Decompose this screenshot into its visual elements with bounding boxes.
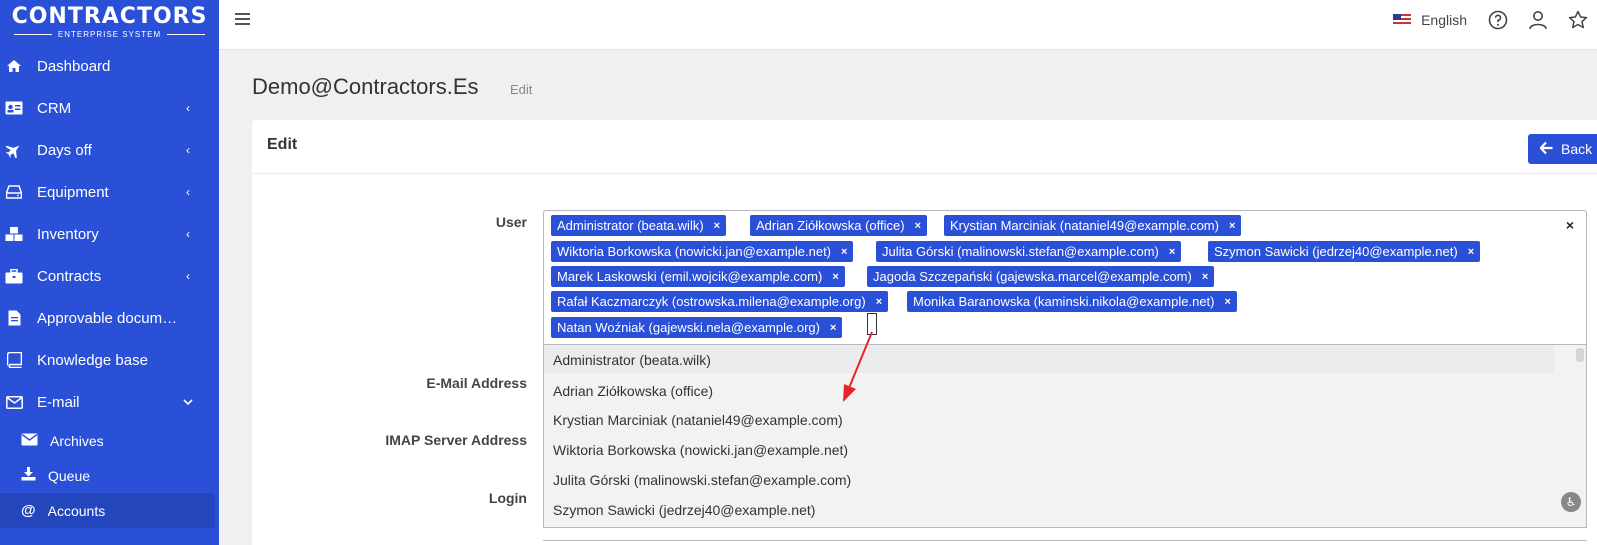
chevron-left-icon: ‹ bbox=[186, 227, 190, 241]
selected-user-tag[interactable]: Julita Górski (malinowski.stefan@example… bbox=[876, 241, 1182, 262]
language-label: English bbox=[1421, 12, 1467, 28]
boxes-icon bbox=[5, 225, 23, 243]
sidebar-item-equipment[interactable]: Equipment ‹ bbox=[0, 171, 219, 213]
at-icon: @ bbox=[21, 502, 36, 519]
id-card-icon bbox=[5, 99, 23, 117]
selected-user-tag[interactable]: Szymon Sawicki (jedrzej40@example.net) × bbox=[1208, 241, 1481, 262]
chevron-left-icon: ‹ bbox=[186, 101, 190, 115]
selected-user-tag[interactable]: Jagoda Szczepański (gajewska.marcel@exam… bbox=[867, 266, 1215, 287]
sidebar-subitem-queue[interactable]: Queue bbox=[0, 458, 219, 493]
email-address-label: E-Mail Address bbox=[426, 375, 527, 391]
user-options-dropdown: Administrator (beata.wilk) Adrian Ziółko… bbox=[543, 345, 1587, 528]
remove-tag-icon[interactable]: × bbox=[832, 271, 838, 283]
briefcase-icon bbox=[5, 267, 23, 285]
menu-toggle-icon[interactable] bbox=[235, 12, 253, 28]
dropdown-scrollbar[interactable] bbox=[1576, 348, 1584, 362]
dropdown-option[interactable]: Szymon Sawicki (jedrzej40@example.net) bbox=[553, 502, 815, 518]
selected-user-tag[interactable]: Wiktoria Borkowska (nowicki.jan@example.… bbox=[551, 241, 854, 262]
clear-all-icon[interactable]: × bbox=[1566, 217, 1574, 233]
chevron-left-icon: ‹ bbox=[186, 185, 190, 199]
card-title: Edit bbox=[267, 136, 298, 153]
tag-search-input[interactable] bbox=[867, 313, 877, 335]
sidebar: CONTRACTORS ENTERPRISE SYSTEM Dashboard … bbox=[0, 0, 219, 545]
selected-user-tag[interactable]: Natan Woźniak (gajewski.nela@example.org… bbox=[551, 317, 843, 338]
sidebar-item-approvable-documents[interactable]: Approvable documents bbox=[0, 297, 219, 339]
user-label: User bbox=[495, 214, 527, 230]
home-icon bbox=[5, 57, 23, 75]
selected-user-tag[interactable]: Krystian Marciniak (nataniel49@example.c… bbox=[944, 215, 1242, 236]
brand-logo[interactable]: CONTRACTORS ENTERPRISE SYSTEM bbox=[0, 0, 219, 45]
remove-tag-icon[interactable]: × bbox=[830, 322, 836, 334]
dropdown-option[interactable]: Administrator (beata.wilk) bbox=[553, 352, 711, 368]
dropdown-option[interactable]: Julita Górski (malinowski.stefan@example… bbox=[553, 472, 851, 488]
remove-tag-icon[interactable]: × bbox=[1202, 271, 1208, 283]
next-input-edge bbox=[543, 540, 1587, 545]
remove-tag-icon[interactable]: × bbox=[1225, 296, 1231, 308]
chevron-left-icon: ‹ bbox=[186, 143, 190, 157]
remove-tag-icon[interactable]: × bbox=[915, 220, 921, 232]
login-label: Login bbox=[488, 490, 527, 506]
help-icon[interactable] bbox=[1487, 9, 1509, 31]
envelope-icon bbox=[5, 393, 23, 411]
language-selector[interactable]: English bbox=[1393, 12, 1467, 28]
brand-name: CONTRACTORS bbox=[11, 4, 208, 29]
sidebar-item-days-off[interactable]: Days off ‹ bbox=[0, 129, 219, 171]
envelope-solid-icon bbox=[21, 433, 38, 449]
sidebar-subitem-accounts[interactable]: @ Accounts bbox=[0, 493, 215, 528]
sidebar-item-crm[interactable]: CRM ‹ bbox=[0, 87, 219, 129]
chevron-down-icon bbox=[179, 395, 197, 409]
page-subtitle: Edit bbox=[510, 82, 533, 97]
accessibility-icon[interactable]: ♿ bbox=[1561, 492, 1581, 512]
imap-server-label: IMAP Server Address bbox=[385, 432, 527, 448]
remove-tag-icon[interactable]: × bbox=[1468, 246, 1474, 258]
selected-user-tag[interactable]: Monika Baranowska (kaminski.nikola@examp… bbox=[907, 291, 1237, 312]
dropdown-option[interactable]: Krystian Marciniak (nataniel49@example.c… bbox=[553, 412, 843, 428]
selected-user-tag[interactable]: Administrator (beata.wilk) × bbox=[551, 215, 727, 236]
dropdown-option[interactable]: Wiktoria Borkowska (nowicki.jan@example.… bbox=[553, 442, 848, 458]
back-button[interactable]: Back bbox=[1528, 134, 1597, 164]
sidebar-item-email[interactable]: E-mail bbox=[0, 381, 219, 423]
selected-user-tag[interactable]: Rafał Kaczmarczyk (ostrowska.milena@exam… bbox=[551, 291, 889, 312]
user-icon[interactable] bbox=[1527, 9, 1549, 31]
remove-tag-icon[interactable]: × bbox=[876, 296, 882, 308]
selected-user-tag[interactable]: Adrian Ziółkowska (office) × bbox=[750, 215, 928, 236]
us-flag-icon bbox=[1393, 14, 1412, 26]
remove-tag-icon[interactable]: × bbox=[841, 246, 847, 258]
selected-user-tag[interactable]: Marek Laskowski (emil.wojcik@example.com… bbox=[551, 266, 845, 287]
file-icon bbox=[5, 309, 23, 327]
remove-tag-icon[interactable]: × bbox=[714, 220, 720, 232]
chevron-left-icon: ‹ bbox=[186, 269, 190, 283]
arrow-left-icon bbox=[1539, 141, 1553, 157]
star-icon[interactable] bbox=[1567, 9, 1589, 31]
sidebar-item-inventory[interactable]: Inventory ‹ bbox=[0, 213, 219, 255]
sidebar-item-contracts[interactable]: Contracts ‹ bbox=[0, 255, 219, 297]
sidebar-subitem-archives[interactable]: Archives bbox=[0, 423, 219, 458]
remove-tag-icon[interactable]: × bbox=[1229, 220, 1235, 232]
book-icon bbox=[5, 351, 23, 369]
remove-tag-icon[interactable]: × bbox=[1169, 246, 1175, 258]
download-icon bbox=[21, 467, 36, 484]
sidebar-nav: Dashboard CRM ‹ Days off ‹ Equipment ‹ I… bbox=[0, 45, 219, 423]
page-title: Demo@Contractors.Es bbox=[252, 74, 479, 99]
hdd-icon bbox=[5, 183, 23, 201]
plane-icon bbox=[5, 141, 23, 159]
sidebar-item-knowledge-base[interactable]: Knowledge base bbox=[0, 339, 219, 381]
sidebar-item-dashboard[interactable]: Dashboard bbox=[0, 45, 219, 87]
brand-subtitle: ENTERPRISE SYSTEM bbox=[57, 30, 162, 39]
back-label: Back bbox=[1561, 141, 1593, 157]
user-multiselect[interactable]: × Administrator (beata.wilk) × Adrian Zió… bbox=[543, 210, 1587, 345]
topbar: English bbox=[219, 0, 1597, 50]
dropdown-option[interactable]: Adrian Ziółkowska (office) bbox=[553, 383, 713, 399]
